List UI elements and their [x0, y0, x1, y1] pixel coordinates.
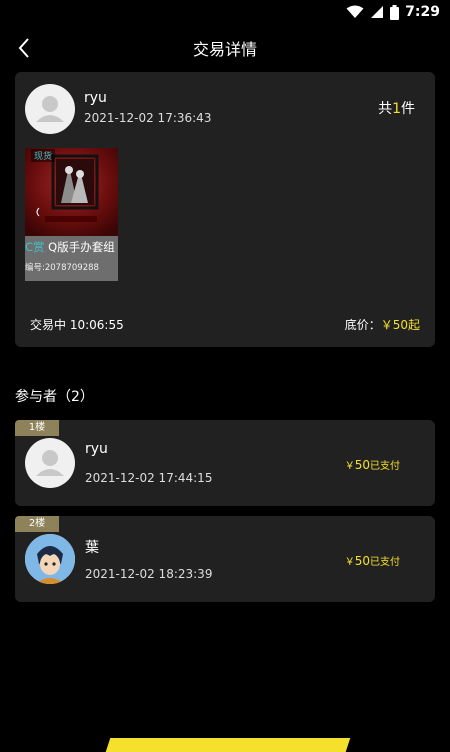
page-title: 交易详情: [192, 40, 257, 59]
wifi-icon: [346, 5, 364, 18]
participant-row[interactable]: 1楼 ryu 2021-12-02 17:44:15 ￥50已支付: [15, 420, 435, 506]
trade-status-countdown: 交易中 10:06:55: [30, 318, 124, 332]
participant-name: 葉: [85, 540, 99, 556]
participant-time: 2021-12-02 18:23:39: [85, 567, 213, 581]
product-item[interactable]: 现货 C赏 Q版手办套组 编号:2078709288: [25, 148, 118, 281]
app-header: 交易详情: [0, 28, 450, 68]
item-count: 共1件: [378, 101, 415, 117]
trade-card: ryu 2021-12-02 17:36:43 共1件 现货 C赏 Q版手办套组…: [15, 72, 435, 347]
participant-row[interactable]: 2楼 葉 2021-12-02 18:23:39 ￥50已支付: [15, 516, 435, 602]
base-price: 底价：￥50起: [344, 318, 420, 332]
seller-name: ryu: [84, 90, 107, 106]
default-user-icon: [36, 96, 64, 122]
default-user-icon: [36, 450, 64, 476]
payment-status: ￥50已支付: [344, 458, 400, 472]
participants-title: 参与者（2）: [15, 389, 94, 405]
signal-icon: [371, 6, 384, 18]
status-bar: 7:29: [0, 0, 450, 24]
battery-icon: [390, 4, 400, 20]
product-name: C赏 Q版手办套组: [25, 240, 115, 254]
floor-badge: 2楼: [15, 516, 59, 532]
in-stock-badge: 现货: [31, 149, 56, 162]
avatar[interactable]: [25, 84, 75, 134]
payment-status: ￥50已支付: [344, 554, 400, 568]
floor-badge: 1楼: [15, 420, 59, 436]
participant-name: ryu: [85, 441, 108, 457]
product-code: 编号:2078709288: [25, 263, 99, 273]
trade-created-time: 2021-12-02 17:36:43: [84, 111, 212, 125]
product-image: 现货: [25, 148, 118, 236]
status-time: 7:29: [405, 4, 440, 20]
participant-time: 2021-12-02 17:44:15: [85, 471, 213, 485]
avatar[interactable]: [25, 438, 75, 488]
avatar[interactable]: [25, 534, 75, 584]
anime-avatar-image: [25, 534, 75, 584]
